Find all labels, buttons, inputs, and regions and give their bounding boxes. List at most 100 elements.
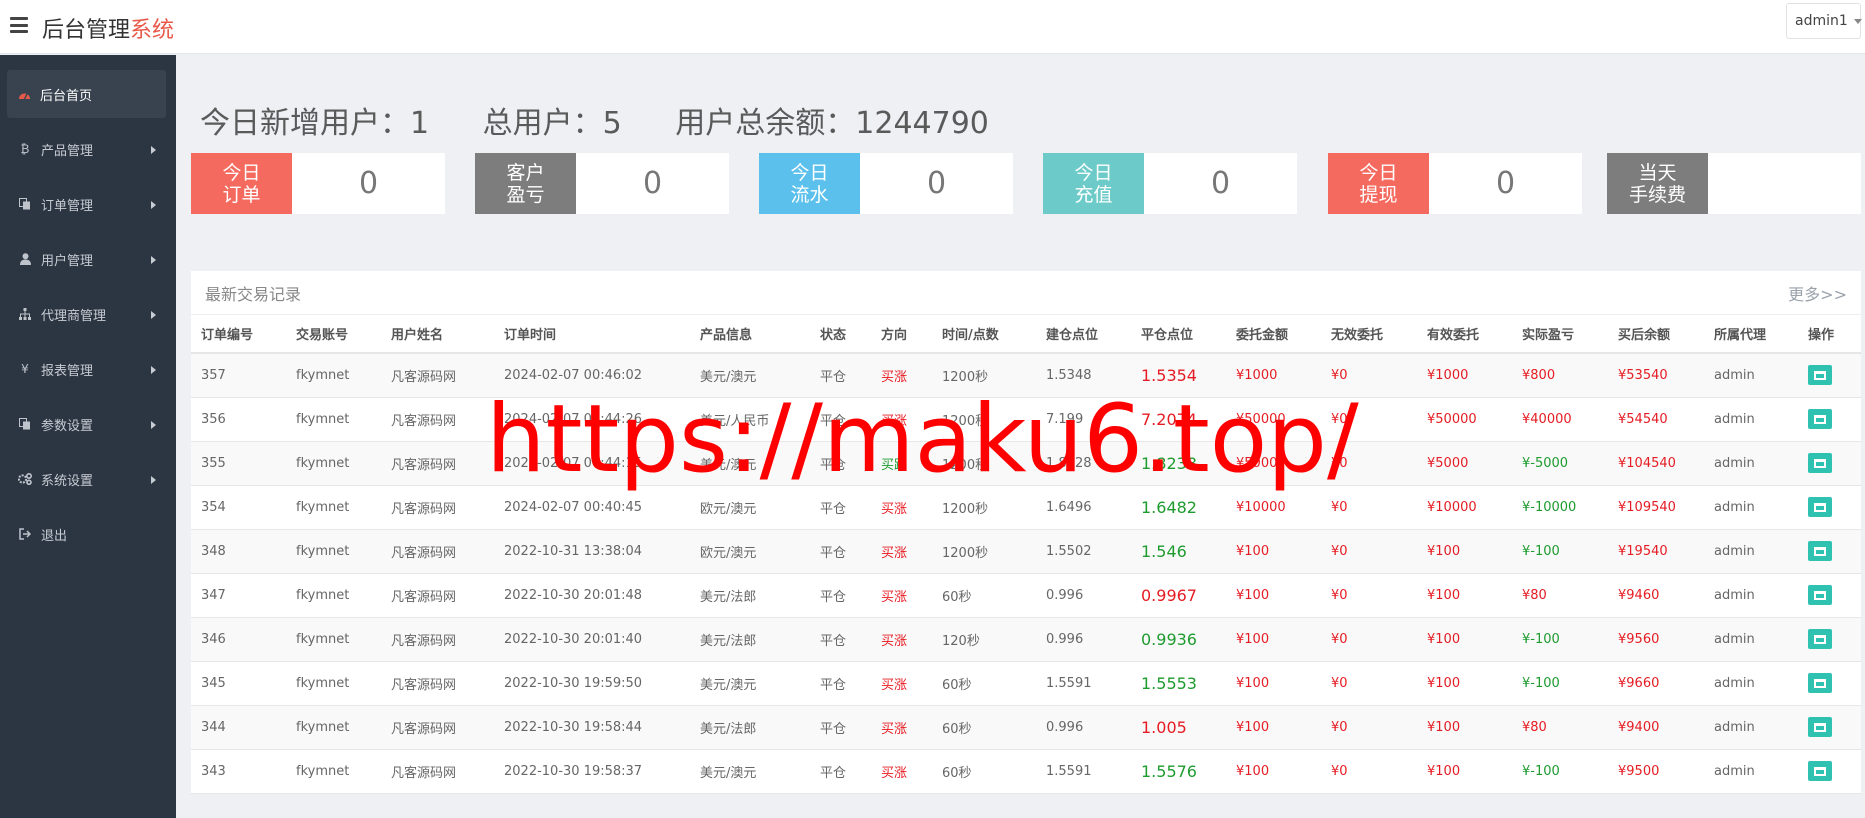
column-header: 订单时间 [494, 315, 690, 354]
sidebar-item-logout[interactable]: 退出 [0, 510, 176, 558]
view-detail-button[interactable] [1808, 585, 1832, 605]
more-link[interactable]: 更多>> [1788, 281, 1847, 305]
table-cell: 0.9936 [1131, 617, 1226, 662]
table-cell: 1200秒 [932, 529, 1036, 574]
view-detail-button[interactable] [1808, 761, 1832, 781]
list-alt-icon [1814, 722, 1826, 732]
trades-table: 订单编号 交易账号 用户姓名 订单时间 产品信息 状态 方向 时间/点数 建仓点位 平仓点位 委托金… [191, 315, 1861, 794]
table-cell: admin [1704, 353, 1798, 398]
column-header: 有效委托 [1417, 315, 1512, 354]
table-row: 343 fkymnet 凡客源码网 2022-10-30 19:58:37 美元/澳元平… [191, 749, 1861, 794]
table-cell: fkymnet [286, 397, 381, 442]
view-detail-button[interactable] [1808, 717, 1832, 737]
stat-card-label: 客户 盈亏 [475, 153, 576, 214]
table-row: 346 fkymnet 凡客源码网 2022-10-30 20:01:40 美元/法郎平… [191, 617, 1861, 662]
stat-card-value: 0 [1210, 166, 1231, 201]
sidebar-item-system[interactable]: 系统设置 [0, 455, 176, 503]
stat-card-customer-pnl: 客户 盈亏 0 [475, 153, 729, 214]
table-cell: fkymnet [286, 573, 381, 618]
table-cell: 平仓 [810, 705, 871, 750]
table-cell: 2022-10-30 20:01:48 [494, 573, 690, 618]
bitcoin-icon: ₿ [20, 142, 30, 156]
user-menu-button[interactable]: admin1 [1786, 3, 1862, 39]
table-cell: 347 [191, 573, 286, 618]
view-detail-button[interactable] [1808, 453, 1832, 473]
list-alt-icon [1814, 414, 1826, 424]
table-cell: ¥104540 [1608, 441, 1704, 486]
stat-card-label: 当天 手续费 [1607, 153, 1708, 214]
table-cell: 平仓 [810, 749, 871, 794]
table-cell: 1.5502 [1036, 529, 1131, 574]
column-header: 所属代理 [1704, 315, 1798, 354]
table-cell: 346 [191, 617, 286, 662]
stat-card-value: 0 [1495, 166, 1516, 201]
sidebar-item-agents[interactable]: 代理商管理 [0, 290, 176, 338]
table-cell: 357 [191, 353, 286, 398]
table-cell: 60秒 [932, 573, 1036, 618]
sidebar-item-label: 代理商管理 [41, 308, 107, 324]
table-cell: 355 [191, 441, 286, 486]
table-cell: ¥109540 [1608, 485, 1704, 530]
table-cell: 美元/法郎 [690, 573, 810, 618]
table-row: 357 fkymnet 凡客源码网 2024-02-07 00:46:02 美元/澳元平… [191, 353, 1861, 398]
table-cell: ¥100 [1417, 661, 1512, 706]
table-cell: 2024-02-07 00:44:26 [494, 397, 690, 442]
table-cell [1798, 353, 1861, 398]
caret-right-icon [151, 311, 156, 319]
table-cell [1798, 661, 1861, 706]
table-cell: 1.8228 [1036, 441, 1131, 486]
table-cell: admin [1704, 441, 1798, 486]
table-cell: 0.9967 [1131, 573, 1226, 618]
table-cell: 60秒 [932, 749, 1036, 794]
table-cell: 0.996 [1036, 573, 1131, 618]
sidebar-item-users[interactable]: 用户管理 [0, 235, 176, 283]
copy-icon [18, 197, 32, 211]
table-cell: ¥9460 [1608, 573, 1704, 618]
sidebar-item-label: 退出 [41, 528, 68, 544]
table-cell: ¥0 [1321, 705, 1417, 750]
table-cell: ¥100 [1417, 617, 1512, 662]
table-cell: 1.5348 [1036, 353, 1131, 398]
table-cell: 美元/澳元 [690, 661, 810, 706]
view-detail-button[interactable] [1808, 541, 1832, 561]
sidebar-item-label: 订单管理 [41, 198, 94, 214]
table-cell: fkymnet [286, 749, 381, 794]
menu-toggle-icon[interactable] [10, 17, 28, 33]
table-cell: 买涨 [871, 485, 932, 530]
table-cell: fkymnet [286, 705, 381, 750]
table-cell: ¥800 [1512, 353, 1608, 398]
user-icon [18, 252, 32, 266]
view-detail-button[interactable] [1808, 629, 1832, 649]
table-cell: ¥10000 [1226, 485, 1321, 530]
table-cell: 平仓 [810, 441, 871, 486]
table-cell: 1.6496 [1036, 485, 1131, 530]
table-row: 348 fkymnet 凡客源码网 2022-10-31 13:38:04 欧元/澳元平… [191, 529, 1861, 574]
view-detail-button[interactable] [1808, 497, 1832, 517]
sidebar-item-orders[interactable]: 订单管理 [0, 180, 176, 228]
table-cell: 1200秒 [932, 441, 1036, 486]
table-cell: ¥100 [1226, 529, 1321, 574]
table-row: 344 fkymnet 凡客源码网 2022-10-30 19:58:44 美元/法郎平… [191, 705, 1861, 750]
table-cell [1798, 441, 1861, 486]
table-header-row: 订单编号 交易账号 用户姓名 订单时间 产品信息 状态 方向 时间/点数 建仓点位 平仓点位 委托金… [191, 315, 1861, 354]
table-cell: ¥1000 [1417, 353, 1512, 398]
caret-right-icon [151, 256, 156, 264]
table-cell: 美元/人民币 [690, 397, 810, 442]
table-cell: ¥100 [1226, 573, 1321, 618]
table-cell: fkymnet [286, 353, 381, 398]
table-cell: 1.5591 [1036, 749, 1131, 794]
view-detail-button[interactable] [1808, 409, 1832, 429]
stat-card-today-deposit: 今日 充值 0 [1043, 153, 1297, 214]
table-cell: ¥50000 [1226, 397, 1321, 442]
view-detail-button[interactable] [1808, 673, 1832, 693]
table-cell: 平仓 [810, 397, 871, 442]
sidebar-item-dashboard[interactable]: 后台首页 [7, 70, 166, 118]
sidebar-item-parameters[interactable]: 参数设置 [0, 400, 176, 448]
yen-icon: ¥ [21, 362, 29, 376]
total-balance-stat: 用户总余额：1244790 [675, 106, 989, 141]
sidebar-item-products[interactable]: ₿ 产品管理 [0, 125, 176, 173]
sidebar-item-reports[interactable]: ¥ 报表管理 [0, 345, 176, 393]
table-cell: admin [1704, 485, 1798, 530]
table-cell: 凡客源码网 [381, 661, 494, 706]
view-detail-button[interactable] [1808, 365, 1832, 386]
